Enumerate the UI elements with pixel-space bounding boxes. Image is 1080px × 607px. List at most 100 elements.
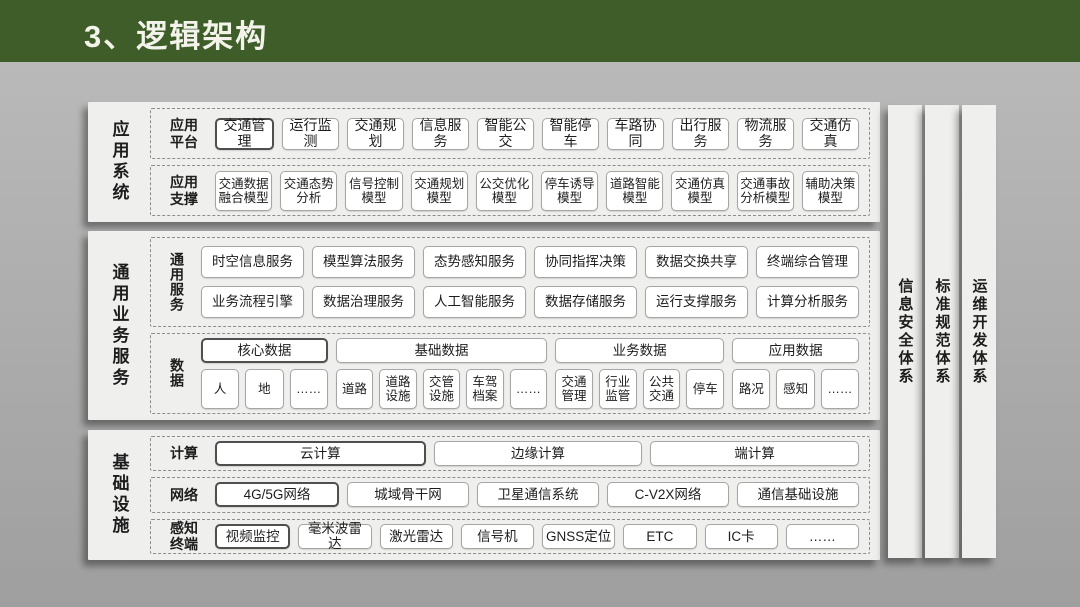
network-box: C-V2X网络 [607,482,729,507]
row-label-app-platform: 应用 平台 [161,117,207,151]
layer-application-system: 应用系统 应用 平台 交通管理运行监测交通规划信息服务智能公交智能停车车路协同出… [88,102,880,222]
app-platform-box: 智能公交 [477,118,534,150]
common-service-box: 终端综合管理 [756,246,859,278]
perception-terminal-boxes: 视频监控毫米波雷达激光雷达信号机GNSS定位ETCIC卡…… [215,524,859,549]
app-platform-box: 物流服务 [737,118,794,150]
pillar-label-standards-specifications: 标准规范体系 [932,278,953,386]
row-data: 数据 核心数据 人地…… 基础数据 道路道路 设施交管 设施车驾 档案…… 业务… [150,333,870,414]
app-platform-box: 信息服务 [412,118,469,150]
data-group-cells: 路况感知…… [732,369,859,409]
common-service-box: 人工智能服务 [423,286,526,318]
app-platform-boxes: 交通管理运行监测交通规划信息服务智能公交智能停车车路协同出行服务物流服务交通仿真 [215,118,859,150]
data-groups: 核心数据 人地…… 基础数据 道路道路 设施交管 设施车驾 档案…… 业务数据 … [201,337,859,410]
app-platform-box: 交通规划 [347,118,404,150]
app-platform-box: 交通管理 [215,118,274,150]
data-cell: 交通 管理 [555,369,593,409]
app-support-box: 信号控制 模型 [345,171,402,211]
service-layer-body: 通用服务 时空信息服务模型算法服务态势感知服务协同指挥决策数据交换共享终端综合管… [150,231,880,420]
data-group-core: 核心数据 人地…… [201,338,328,409]
row-label-compute: 计算 [161,445,207,462]
app-support-box: 交通态势 分析 [280,171,337,211]
pillar-standards-specifications: 标准规范体系 [925,105,959,558]
layer-label-application-system: 应用系统 [107,120,132,204]
compute-box: 云计算 [215,441,426,466]
data-cell: 停车 [686,369,724,409]
pillar-label-information-security: 信息安全体系 [895,278,916,386]
layer-infrastructure: 基础设施 计算 云计算边缘计算端计算 网络 4G/5G网络城域骨干网卫星通信系统… [88,430,880,560]
data-group-cells: 交通 管理行业 监管公共 交通停车 [555,369,724,409]
common-service-box: 模型算法服务 [312,246,415,278]
data-cell: …… [821,369,859,409]
app-support-box: 交通仿真 模型 [671,171,728,211]
row-compute: 计算 云计算边缘计算端计算 [150,436,870,471]
layer-common-business-services: 通用业务服务 通用服务 时空信息服务模型算法服务态势感知服务协同指挥决策数据交换… [88,231,880,420]
common-service-box: 协同指挥决策 [534,246,637,278]
app-support-box: 道路智能 模型 [606,171,663,211]
row-network: 网络 4G/5G网络城域骨干网卫星通信系统C-V2X网络通信基础设施 [150,477,870,512]
data-group-header: 核心数据 [201,338,328,363]
row-common-services: 通用服务 时空信息服务模型算法服务态势感知服务协同指挥决策数据交换共享终端综合管… [150,237,870,327]
application-layer-body: 应用 平台 交通管理运行监测交通规划信息服务智能公交智能停车车路协同出行服务物流… [150,102,880,222]
row-label-wrap: 通用服务 [161,241,193,323]
common-service-box: 数据治理服务 [312,286,415,318]
perception-terminal-box: 毫米波雷达 [298,524,371,549]
network-box: 卫星通信系统 [477,482,599,507]
header-bar: 3、逻辑架构 [0,0,1080,62]
data-group-cells: 人地…… [201,369,328,409]
common-services-row1: 时空信息服务模型算法服务态势感知服务协同指挥决策数据交换共享终端综合管理 [201,246,859,278]
data-group-business: 业务数据 交通 管理行业 监管公共 交通停车 [555,338,724,409]
pillar-label-operations-development: 运维开发体系 [969,278,990,386]
app-support-box: 辅助决策 模型 [802,171,859,211]
perception-terminal-box: 信号机 [461,524,534,549]
row-label-data: 数据 [167,358,187,388]
common-services-rows: 时空信息服务模型算法服务态势感知服务协同指挥决策数据交换共享终端综合管理 业务流… [201,246,859,318]
infrastructure-layer-body: 计算 云计算边缘计算端计算 网络 4G/5G网络城域骨干网卫星通信系统C-V2X… [150,430,880,560]
app-support-boxes: 交通数据 融合模型交通态势 分析信号控制 模型交通规划 模型公交优化 模型停车诱… [215,171,859,211]
layer-label-common-business-services: 通用业务服务 [107,263,132,389]
common-service-box: 态势感知服务 [423,246,526,278]
app-platform-box: 智能停车 [542,118,599,150]
app-support-box: 交通规划 模型 [411,171,468,211]
data-cell: 感知 [776,369,814,409]
row-label-wrap: 数据 [161,337,193,410]
data-group-header: 应用数据 [732,338,859,363]
data-cell: 公共 交通 [643,369,681,409]
data-group-header: 基础数据 [336,338,547,363]
app-platform-box: 运行监测 [282,118,339,150]
page-title: 3、逻辑架构 [0,0,1080,56]
compute-box: 端计算 [650,441,859,466]
common-service-box: 时空信息服务 [201,246,304,278]
pillar-information-security: 信息安全体系 [888,105,922,558]
perception-terminal-box: ETC [623,524,696,549]
row-app-platform: 应用 平台 交通管理运行监测交通规划信息服务智能公交智能停车车路协同出行服务物流… [150,108,870,159]
data-cell: 道路 [336,369,373,409]
app-support-box: 交通数据 融合模型 [215,171,272,211]
app-platform-box: 交通仿真 [802,118,859,150]
data-cell: 车驾 档案 [466,369,503,409]
data-group-application: 应用数据 路况感知…… [732,338,859,409]
data-cell: 道路 设施 [379,369,416,409]
data-cell: 人 [201,369,239,409]
row-label-common-services: 通用服务 [167,252,187,312]
layer-side-label-wrap: 基础设施 [88,430,150,560]
app-support-box: 停车诱导 模型 [541,171,598,211]
data-group-cells: 道路道路 设施交管 设施车驾 档案…… [336,369,547,409]
perception-terminal-box: 激光雷达 [380,524,453,549]
app-platform-box: 出行服务 [672,118,729,150]
layer-side-label-wrap: 通用业务服务 [88,231,150,420]
data-cell: 交管 设施 [423,369,460,409]
data-group-header: 业务数据 [555,338,724,363]
perception-terminal-box: …… [786,524,859,549]
network-boxes: 4G/5G网络城域骨干网卫星通信系统C-V2X网络通信基础设施 [215,482,859,507]
app-platform-box: 车路协同 [607,118,664,150]
row-perception-terminal: 感知 终端 视频监控毫米波雷达激光雷达信号机GNSS定位ETCIC卡…… [150,519,870,554]
data-cell: …… [290,369,328,409]
network-box: 城域骨干网 [347,482,469,507]
data-cell: 路况 [732,369,770,409]
compute-box: 边缘计算 [434,441,643,466]
row-label-perception-terminal: 感知 终端 [161,520,207,554]
perception-terminal-box: GNSS定位 [542,524,615,549]
data-cell: 行业 监管 [599,369,637,409]
data-cell: 地 [245,369,283,409]
app-support-box: 交通事故 分析模型 [737,171,794,211]
